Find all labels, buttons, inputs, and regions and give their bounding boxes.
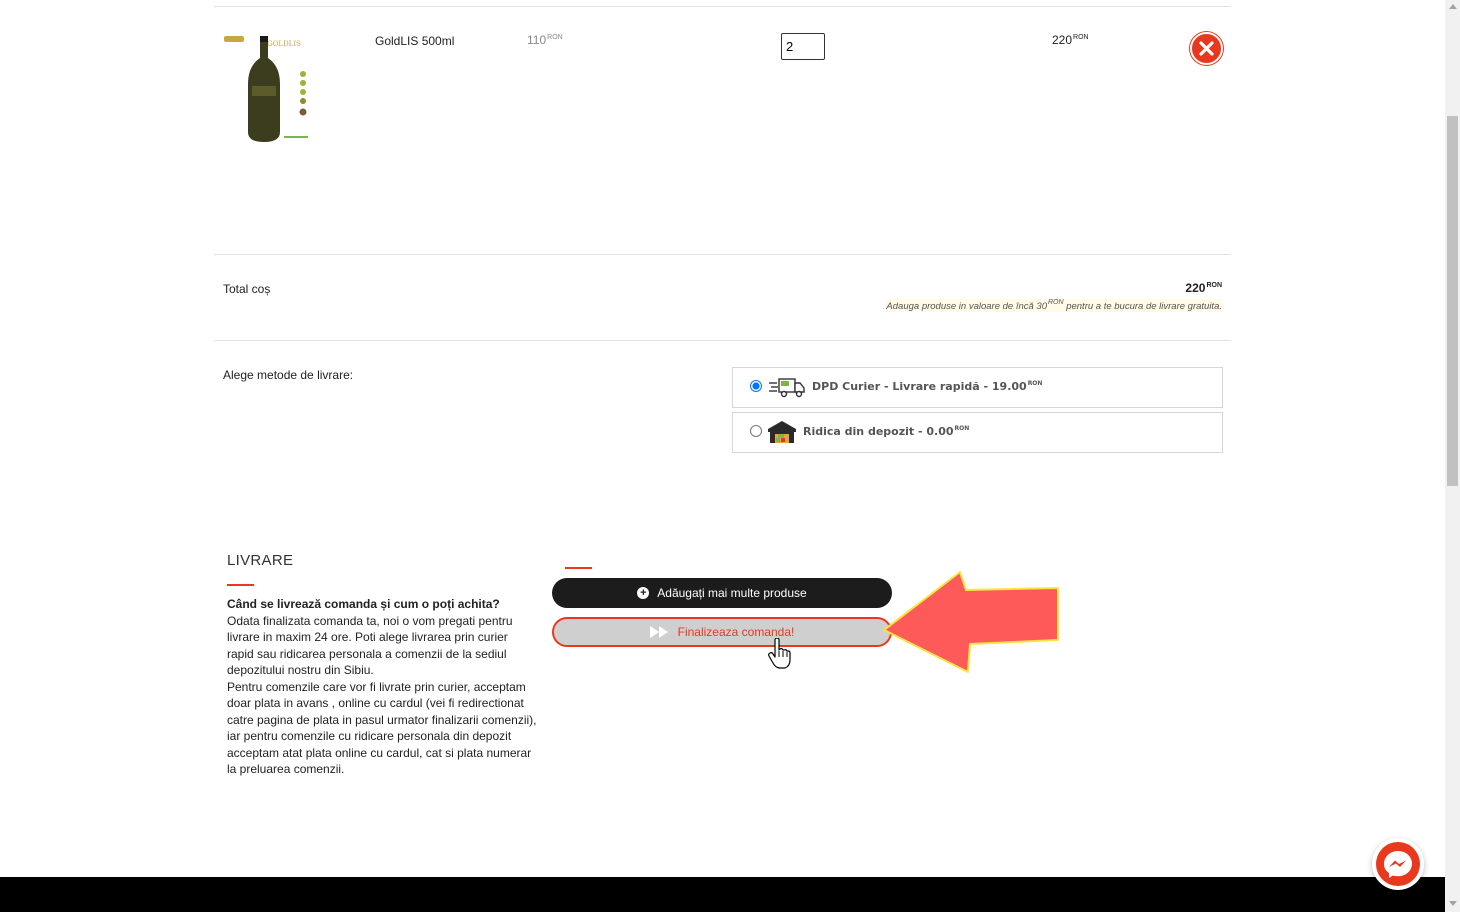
scrollbar-thumb[interactable] xyxy=(1447,116,1458,486)
add-more-label: Adăugați mai multe produse xyxy=(657,586,807,600)
cart-total-value: 220RON xyxy=(1185,281,1222,295)
divider xyxy=(214,340,1231,341)
free-shipping-pre: Adauga produse in valoare de încă 30 xyxy=(886,301,1047,312)
pickup-currency: RON xyxy=(954,425,970,432)
divider xyxy=(214,254,1231,255)
cart-total-label: Total coș xyxy=(223,282,271,296)
shipping-option-dpd-label: DPD Curier - Livrare rapidă - 19.00RON xyxy=(812,380,1042,393)
free-shipping-post: pentru a te bucura de livrare gratuita. xyxy=(1066,301,1222,312)
cart-page: GOLDLIS GoldLIS 500ml 110RON 220RON Tota… xyxy=(0,0,1445,912)
delivery-info-text: Când se livrează comanda și cum o poți a… xyxy=(227,596,537,778)
product-image-label: GOLDLIS xyxy=(267,40,301,48)
delivery-section-title: LIVRARE xyxy=(227,552,294,569)
shipping-option-dpd[interactable]: DPD Curier - Livrare rapidă - 19.00RON xyxy=(732,367,1223,408)
footer xyxy=(0,877,1445,912)
free-shipping-currency: RON xyxy=(1048,299,1064,306)
subtotal-value: 220 xyxy=(1052,33,1073,47)
finalize-order-label: Finalizeaza comanda! xyxy=(677,625,795,639)
remove-item-button[interactable] xyxy=(1190,32,1223,65)
finalize-order-button[interactable]: Finalizeaza comanda! xyxy=(552,617,892,647)
total-value: 220 xyxy=(1185,281,1206,295)
quantity-input[interactable] xyxy=(781,33,825,60)
annotation-arrow-icon xyxy=(883,571,1059,673)
unit-price-currency: RON xyxy=(547,34,563,41)
shipping-option-pickup-label: Ridica din depozit - 0.00RON xyxy=(803,425,969,438)
scroll-up-arrow-icon[interactable] xyxy=(1449,4,1457,9)
product-image[interactable]: GOLDLIS xyxy=(222,32,312,144)
close-icon xyxy=(1199,41,1214,56)
product-name[interactable]: GoldLIS 500ml xyxy=(375,34,454,48)
fast-forward-icon xyxy=(649,626,668,638)
hand-cursor-icon xyxy=(768,638,791,669)
free-shipping-note: Adauga produse in valoare de încă 30RON … xyxy=(886,299,1222,312)
dpd-label-text: DPD Curier - Livrare rapidă - 19.00 xyxy=(812,380,1027,393)
shipping-method-label: Alege metode de livrare: xyxy=(223,368,354,382)
subtotal-currency: RON xyxy=(1073,34,1089,41)
product-subtotal: 220RON xyxy=(1052,33,1089,47)
messenger-chat-button[interactable] xyxy=(1372,838,1424,890)
divider xyxy=(214,6,1231,7)
messenger-icon xyxy=(1376,842,1420,886)
dpd-currency: RON xyxy=(1027,380,1043,387)
warehouse-icon xyxy=(768,421,796,443)
product-unit-price: 110RON xyxy=(527,33,563,47)
delivery-paragraph-2: Pentru comenzile care vor fi livrate pri… xyxy=(227,679,537,777)
truck-icon xyxy=(769,378,805,398)
shipping-option-pickup[interactable]: Ridica din depozit - 0.00RON xyxy=(732,412,1223,453)
delivery-question: Când se livrează comanda și cum o poți a… xyxy=(227,597,500,611)
shipping-radio-dpd[interactable] xyxy=(750,380,762,392)
pickup-label-text: Ridica din depozit - 0.00 xyxy=(803,425,954,438)
add-more-products-button[interactable]: + Adăugați mai multe produse xyxy=(552,578,892,608)
shipping-radio-pickup[interactable] xyxy=(750,425,762,437)
actions-accent-line xyxy=(565,567,592,569)
total-currency: RON xyxy=(1206,282,1222,289)
title-accent-line xyxy=(227,584,254,586)
unit-price-value: 110 xyxy=(527,33,547,47)
scroll-down-arrow-icon[interactable] xyxy=(1449,901,1457,906)
delivery-paragraph-1: Odata finalizata comanda ta, noi o vom p… xyxy=(227,613,513,678)
plus-circle-icon: + xyxy=(637,587,650,599)
